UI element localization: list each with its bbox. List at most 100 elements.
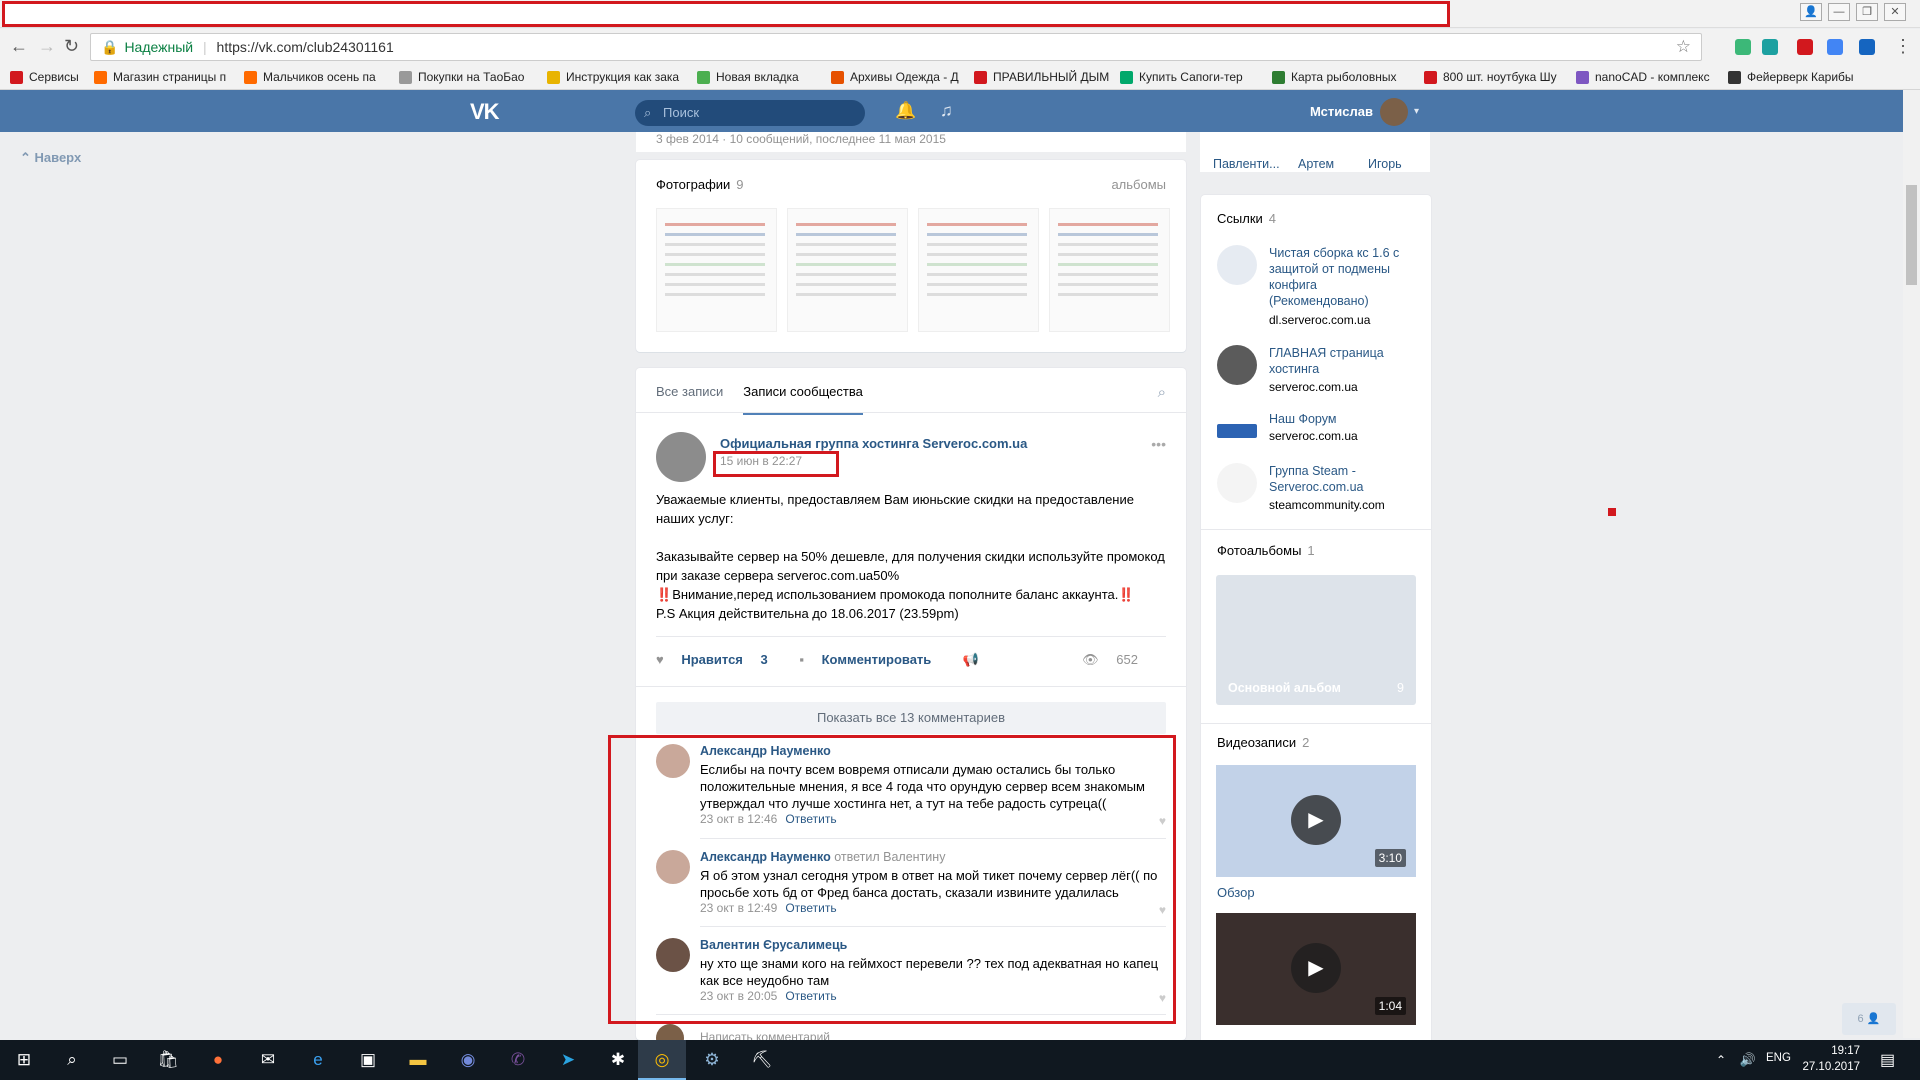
back-icon[interactable]: ← <box>10 37 28 55</box>
extension-icon[interactable] <box>1735 39 1751 55</box>
community-avatar[interactable] <box>656 432 706 482</box>
member-name[interactable]: Игорь <box>1368 157 1402 171</box>
photo-thumbnail[interactable] <box>1049 208 1170 332</box>
firefox-icon[interactable]: ● <box>194 1040 242 1080</box>
minimize-button[interactable]: — <box>1828 3 1850 21</box>
app-icon[interactable]: ▣ <box>344 1040 392 1080</box>
bookmark-item[interactable]: Мальчиков осень па <box>234 65 389 89</box>
link-item[interactable]: Чистая сборка кс 1.6 с защитой от подмен… <box>1217 245 1422 327</box>
tab-community-posts[interactable]: Записи сообщества <box>743 384 863 415</box>
music-icon[interactable]: ♫ <box>940 101 953 121</box>
scrollbar[interactable] <box>1903 90 1920 1038</box>
vk-header: VK ⌕ Поиск 🔔 ♫ Мстислав ▾ <box>0 90 1920 132</box>
bookmark-item[interactable]: Архивы Одежда - Д <box>821 65 964 89</box>
mail-icon[interactable]: ✉ <box>244 1040 292 1080</box>
member-name[interactable]: Артем <box>1298 157 1334 171</box>
tab-all-posts[interactable]: Все записи <box>656 384 723 415</box>
photos-title[interactable]: Фотографии 9 <box>656 177 744 192</box>
secure-label: Надежный <box>124 39 194 55</box>
post-author[interactable]: Официальная группа хостинга Serveroc.com… <box>720 436 1027 451</box>
video-thumbnail[interactable]: ▶ 1:04 <box>1216 913 1416 1025</box>
clock[interactable]: 19:17 27.10.2017 <box>1802 1043 1860 1075</box>
translate-icon[interactable] <box>1827 39 1843 55</box>
video-title[interactable]: Обзор <box>1217 885 1255 900</box>
post-text: Уважаемые клиенты, предоставляем Вам июн… <box>656 492 1165 621</box>
bookmark-item[interactable]: Сервисы <box>0 65 84 89</box>
videos-title[interactable]: Видеозаписи 2 <box>1217 735 1309 750</box>
comment-button[interactable]: ▪ Комментировать <box>799 652 945 667</box>
bookmark-item[interactable]: Магазин страницы п <box>84 65 234 89</box>
bookmark-item[interactable]: Покупки на ТаоБао <box>389 65 537 89</box>
bookmark-item[interactable]: Фейерверк Карибы <box>1718 65 1870 89</box>
link-item[interactable]: ГЛАВНАЯ страница хостинга serveroc.com.u… <box>1217 345 1422 394</box>
album-card[interactable]: Основной альбом 9 <box>1216 575 1416 705</box>
extension-icon[interactable] <box>1797 39 1813 55</box>
menu-icon[interactable]: ⋮ <box>1894 37 1912 55</box>
notifications-icon[interactable]: ▤ <box>1880 1050 1895 1070</box>
maximize-button[interactable]: ❐ <box>1856 3 1878 21</box>
search-icon[interactable]: ⌕ <box>48 1040 96 1080</box>
folder-icon[interactable]: ▬ <box>394 1040 442 1080</box>
bookmark-item[interactable]: Новая вкладка <box>687 65 821 89</box>
task-view-icon[interactable]: ▭ <box>96 1040 144 1080</box>
photo-thumbnail[interactable] <box>918 208 1039 332</box>
chrome-icon[interactable]: ◎ <box>638 1040 686 1080</box>
bookmark-item[interactable]: 800 шт. ноутбука Шу <box>1414 65 1566 89</box>
avatar[interactable] <box>1380 98 1408 126</box>
albums-link[interactable]: альбомы <box>1111 177 1166 192</box>
video-thumbnail[interactable]: ▶ 3:10 <box>1216 765 1416 877</box>
chevron-down-icon[interactable]: ▾ <box>1414 106 1419 117</box>
user-name[interactable]: Мстислав <box>1310 104 1373 119</box>
url-field[interactable]: 🔒 Надежный | https://vk.com/club24301161 … <box>90 33 1702 61</box>
divider <box>1201 723 1431 724</box>
bookmark-item[interactable]: Купить Сапоги-тер <box>1110 65 1262 89</box>
photo-thumbnail[interactable] <box>787 208 908 332</box>
app-icon[interactable]: ✱ <box>594 1040 642 1080</box>
language-indicator[interactable]: ENG <box>1766 1052 1791 1064</box>
warning-icon: ‼️ <box>656 587 673 602</box>
scrollbar-thumb[interactable] <box>1906 185 1917 285</box>
link-item[interactable]: Наш Форум serveroc.com.ua <box>1217 411 1422 443</box>
search-icon[interactable]: ⌕ <box>1158 384 1166 401</box>
member-name[interactable]: Павленти... <box>1213 157 1280 171</box>
search-input[interactable]: ⌕ Поиск <box>635 100 865 126</box>
close-button[interactable]: ✕ <box>1884 3 1906 21</box>
bookmark-star-icon[interactable]: ☆ <box>1676 34 1691 60</box>
bookmark-item[interactable]: Инструкция как зака <box>537 65 687 89</box>
bell-icon[interactable]: 🔔 <box>895 101 916 121</box>
store-icon[interactable]: 🛍 <box>144 1040 192 1080</box>
like-button[interactable]: ♥ Нравится 3 <box>656 652 782 667</box>
chevron-up-icon[interactable]: ⌃ <box>1706 1040 1736 1080</box>
online-friends-button[interactable]: 6 👤 <box>1842 1003 1896 1035</box>
vk-logo[interactable]: VK <box>470 99 500 125</box>
app-icon[interactable]: ⛏ <box>738 1040 786 1080</box>
share-icon[interactable]: 📢 <box>963 652 979 667</box>
link-item[interactable]: Группа Steam - Serveroc.com.ua steamcomm… <box>1217 463 1422 512</box>
photo-thumbnail[interactable] <box>656 208 777 332</box>
links-title[interactable]: Ссылки 4 <box>1217 211 1276 226</box>
extension-icon[interactable] <box>1762 39 1778 55</box>
divider <box>656 636 1166 637</box>
post-actions: ♥ Нравится 3 ▪ Комментировать 📢 👁 652 <box>656 652 1166 672</box>
windows-start-icon[interactable]: ⊞ <box>0 1040 48 1080</box>
extension-icon[interactable] <box>1859 39 1875 55</box>
reload-icon[interactable]: ↻ <box>64 37 79 55</box>
bookmark-item[interactable]: Карта рыболовных <box>1262 65 1414 89</box>
bookmark-item[interactable]: ПРАВИЛЬНЫЙ ДЫМ <box>964 65 1110 89</box>
telegram-icon[interactable]: ➤ <box>544 1040 592 1080</box>
profile-icon[interactable]: 👤 <box>1800 3 1822 21</box>
edge-icon[interactable]: e <box>294 1040 342 1080</box>
write-comment-input[interactable]: Написать комментарий <box>700 1030 830 1040</box>
scroll-to-top-link[interactable]: ⌃ Наверх <box>20 150 81 166</box>
show-all-comments-button[interactable]: Показать все 13 комментариев <box>656 702 1166 734</box>
bookmark-item[interactable]: nanoCAD - комплекс <box>1566 65 1718 89</box>
bookmark-favicon <box>1424 70 1437 84</box>
volume-icon[interactable]: 🔊 <box>1733 1040 1763 1080</box>
albums-title[interactable]: Фотоальбомы 1 <box>1217 543 1315 558</box>
more-icon[interactable]: ••• <box>1151 436 1166 452</box>
steam-icon[interactable]: ⚙ <box>688 1040 736 1080</box>
discord-icon[interactable]: ◉ <box>444 1040 492 1080</box>
photo-thumbnails <box>656 208 1170 332</box>
forward-icon[interactable]: → <box>38 37 56 55</box>
viber-icon[interactable]: ✆ <box>494 1040 542 1080</box>
